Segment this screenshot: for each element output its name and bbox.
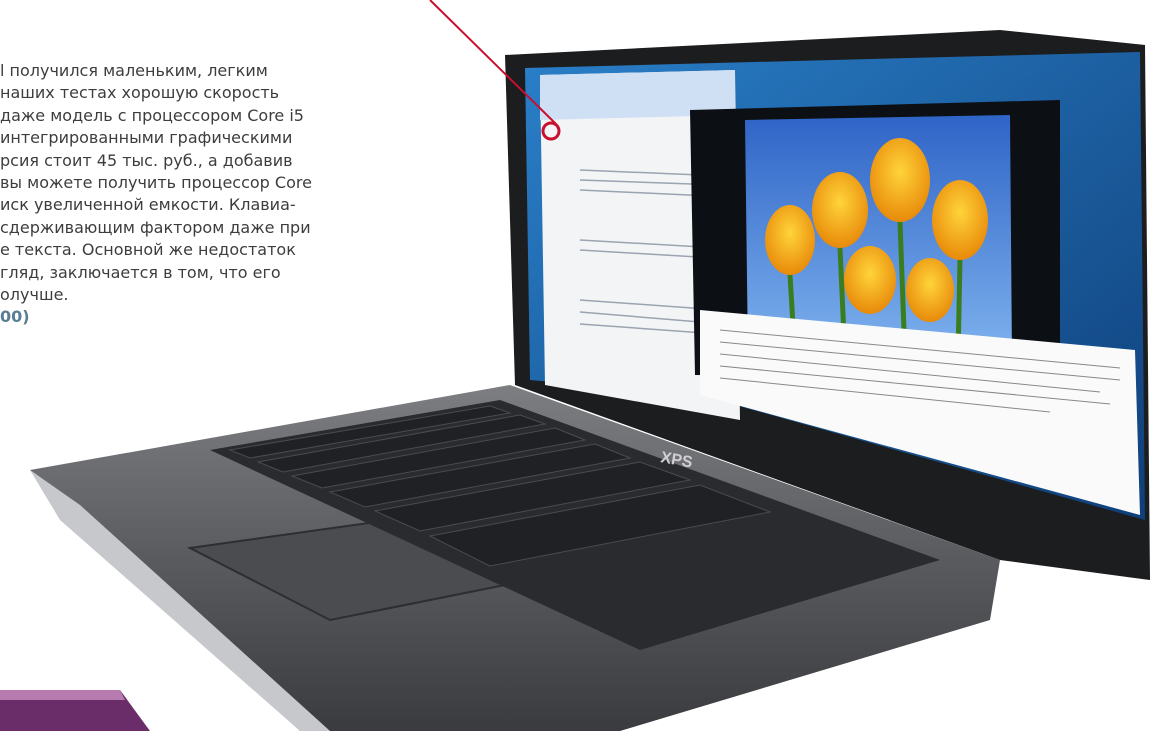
article-line: интегрированными графическими [0,128,293,148]
article-line: олучше. [0,285,69,305]
article-line: гляд, заключается в том, что его [0,262,281,282]
article-line: сдерживающим фактором даже при [0,217,311,237]
article-line: даже модель с процессором Core i5 [0,105,304,125]
article-line: l получился маленьким, легким [0,61,268,80]
article-line: е текста. Основной же недостаток [0,240,296,260]
article-line: иск увеличенной емкости. Клавиа- [0,195,296,215]
article-line: вы можете получить процессор Core [0,173,312,193]
article-line: рсия стоит 45 тыс. руб., а добавив [0,150,293,170]
article-text: l получился маленьким, легким наших тест… [0,60,420,329]
price-fragment: 00) [0,307,30,327]
article-line: наших тестах хорошую скорость [0,83,280,103]
